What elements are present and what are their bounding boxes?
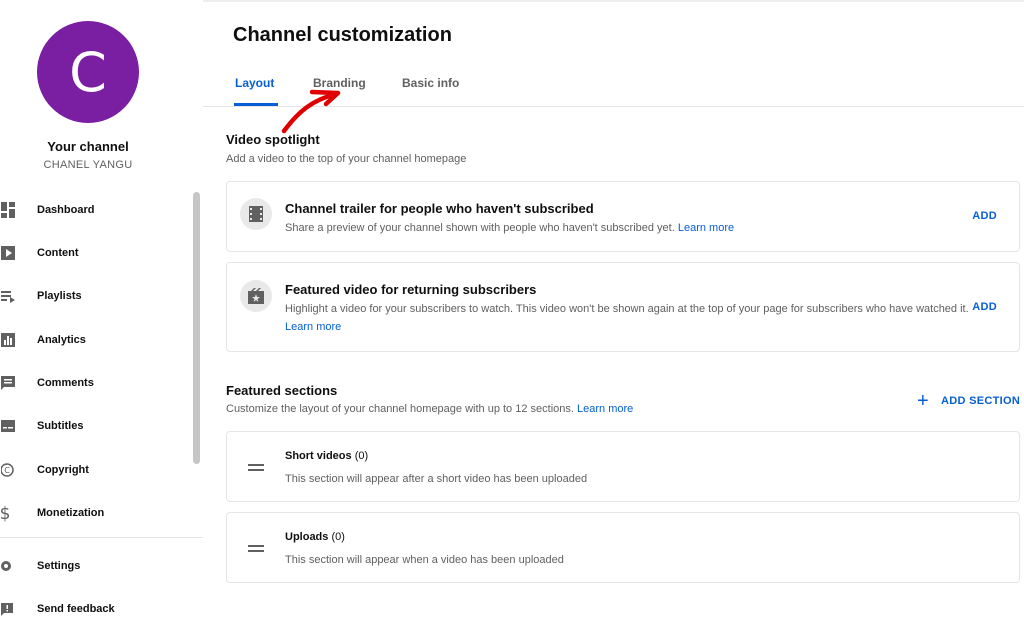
section-name: Short videos: [285, 450, 352, 462]
tab-branding[interactable]: Branding: [313, 76, 366, 90]
comments-icon: [0, 374, 16, 392]
learn-more-link[interactable]: Learn more: [285, 321, 341, 333]
section-count: (0): [354, 450, 369, 462]
learn-more-link[interactable]: Learn more: [577, 403, 633, 415]
sidebar-item-subtitles[interactable]: Subtitles: [0, 406, 190, 446]
sidebar-item-label: Subtitles: [37, 420, 84, 432]
video-spotlight-description: Add a video to the top of your channel h…: [226, 153, 467, 165]
feedback-icon: [0, 600, 16, 618]
add-section-button[interactable]: + ADD SECTION: [917, 390, 1021, 412]
svg-text:$: $: [1, 504, 10, 522]
sidebar-item-label: Content: [37, 247, 79, 259]
sidebar-item-copyright[interactable]: C Copyright: [0, 450, 190, 490]
sidebar-item-content[interactable]: Content: [0, 233, 190, 273]
playlists-icon: [0, 287, 16, 305]
sidebar-item-comments[interactable]: Comments: [0, 363, 190, 403]
section-count: (0): [331, 531, 345, 543]
film-icon: [240, 198, 272, 230]
gear-icon: [0, 557, 16, 575]
section-card-description: This section will appear after a short v…: [285, 473, 588, 485]
add-section-label: ADD SECTION: [940, 395, 1021, 407]
featured-sections-description-text: Customize the layout of your channel hom…: [226, 403, 574, 415]
sidebar-item-label: Settings: [37, 560, 81, 572]
card-description: Share a preview of your channel shown wi…: [285, 219, 975, 237]
featured-video-icon: [240, 280, 272, 312]
copyright-icon: C: [0, 461, 16, 479]
sidebar-item-label: Analytics: [37, 334, 86, 346]
sidebar-item-send-feedback[interactable]: Send feedback: [0, 589, 190, 629]
channel-trailer-card: Channel trailer for people who haven't s…: [226, 181, 1020, 252]
svg-text:C: C: [4, 466, 10, 475]
featured-video-card: Featured video for returning subscribers…: [226, 262, 1020, 352]
drag-handle-icon[interactable]: [248, 464, 264, 474]
sidebar-item-label: Dashboard: [37, 204, 95, 216]
active-tab-indicator: [234, 103, 278, 106]
avatar[interactable]: C: [37, 21, 139, 123]
video-spotlight-title: Video spotlight: [226, 132, 320, 147]
channel-name: Your channel: [47, 139, 129, 154]
tab-bar: Layout Branding Basic info: [203, 62, 1024, 107]
sidebar-divider: [0, 537, 203, 538]
card-description-text: Share a preview of your channel shown wi…: [285, 222, 675, 234]
uploads-section-card[interactable]: Uploads (0) This section will appear whe…: [226, 512, 1020, 583]
monetization-icon: $: [0, 504, 16, 522]
subtitles-icon: [0, 417, 16, 435]
sidebar-item-dashboard[interactable]: Dashboard: [0, 190, 190, 230]
card-title: Featured video for returning subscribers: [285, 282, 537, 297]
sidebar-scrollbar[interactable]: [193, 192, 200, 464]
section-name: Uploads: [285, 531, 329, 543]
sidebar-item-playlists[interactable]: Playlists: [0, 276, 190, 316]
sidebar-item-label: Comments: [37, 377, 94, 389]
add-trailer-button[interactable]: ADD: [972, 210, 997, 222]
sidebar: C Your channel CHANEL YANGU Dashboard Co…: [0, 0, 203, 632]
sidebar-item-label: Monetization: [37, 507, 105, 519]
tab-layout[interactable]: Layout: [235, 76, 274, 90]
page-title: Channel customization: [233, 24, 452, 46]
sidebar-item-label: Copyright: [37, 464, 89, 476]
section-card-description: This section will appear when a video ha…: [285, 554, 564, 566]
sidebar-item-label: Playlists: [37, 290, 82, 302]
sidebar-item-analytics[interactable]: Analytics: [0, 320, 190, 360]
card-description: Highlight a video for your subscribers t…: [285, 300, 975, 336]
learn-more-link[interactable]: Learn more: [678, 222, 734, 234]
tab-basic-info[interactable]: Basic info: [402, 76, 459, 90]
analytics-icon: [0, 331, 16, 349]
drag-handle-icon[interactable]: [248, 545, 264, 555]
sidebar-item-settings[interactable]: Settings: [0, 546, 190, 586]
content-icon: [0, 244, 16, 262]
dashboard-icon: [0, 201, 16, 219]
channel-handle: CHANEL YANGU: [43, 159, 133, 171]
top-border: [203, 0, 1024, 2]
plus-icon: +: [917, 390, 929, 412]
add-featured-video-button[interactable]: ADD: [972, 301, 997, 313]
section-card-title: Uploads (0): [285, 531, 345, 543]
short-videos-section-card[interactable]: Short videos (0) This section will appea…: [226, 431, 1020, 502]
card-description-text: Highlight a video for your subscribers t…: [285, 303, 969, 315]
sidebar-item-label: Send feedback: [37, 603, 115, 615]
avatar-letter: C: [69, 40, 107, 104]
card-title: Channel trailer for people who haven't s…: [285, 201, 594, 216]
featured-sections-title: Featured sections: [226, 383, 338, 398]
featured-sections-description: Customize the layout of your channel hom…: [226, 403, 633, 415]
section-card-title: Short videos (0): [285, 450, 368, 462]
sidebar-item-monetization[interactable]: $ Monetization: [0, 493, 190, 533]
